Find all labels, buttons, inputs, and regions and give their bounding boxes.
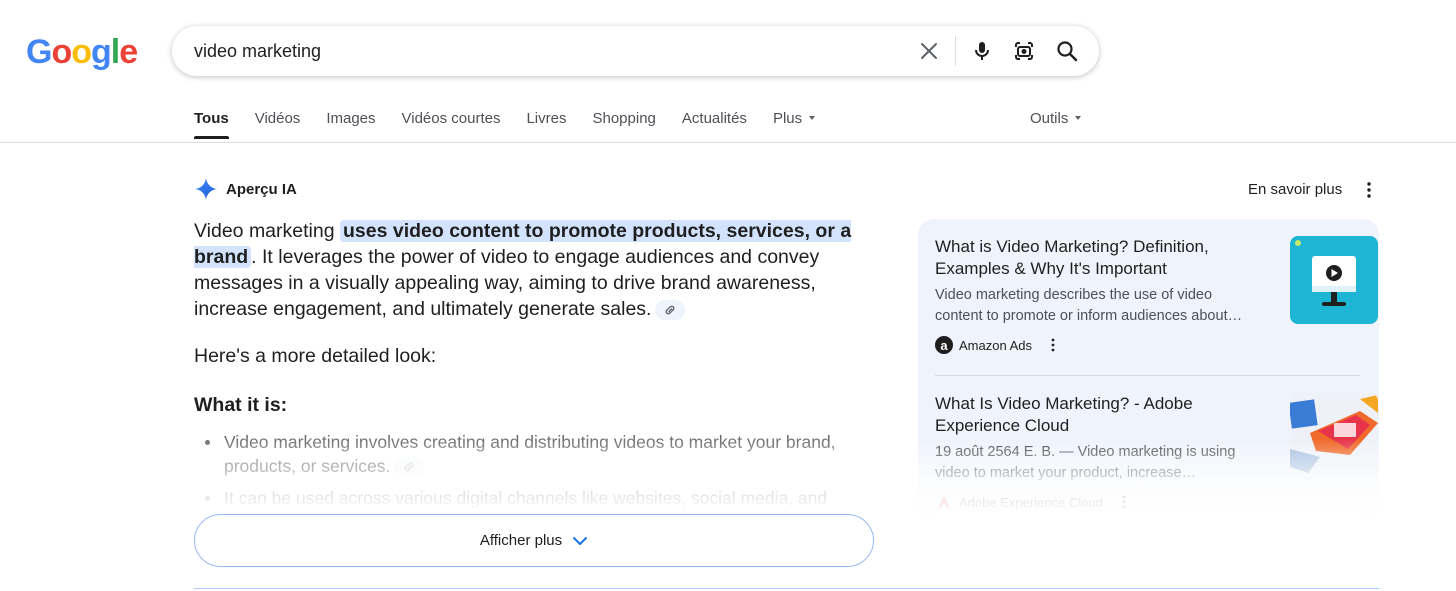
source-site-name: Amazon Ads — [959, 337, 1032, 353]
tools-label: Outils — [1030, 110, 1069, 127]
overview-bottom-divider — [194, 588, 1379, 589]
more-options-icon[interactable] — [1362, 181, 1376, 199]
source-site: Adobe Experience Cloud — [935, 493, 1360, 511]
source-title[interactable]: What is Video Marketing? Definition, Exa… — [935, 236, 1255, 280]
list-item: Video marketing involves creating and di… — [205, 430, 904, 478]
google-logo[interactable]: Google — [26, 34, 138, 70]
detail-heading: Here's a more detailed look: — [194, 345, 437, 367]
source-site: a Amazon Ads — [935, 336, 1360, 354]
search-tabs: Tous Vidéos Images Vidéos courtes Livres… — [194, 106, 841, 139]
ai-overview-title: Aperçu IA — [226, 180, 297, 198]
article-thumbnail-icon[interactable] — [1290, 393, 1378, 481]
tab-plus-label: Plus — [772, 110, 803, 127]
tools-button[interactable]: Outils — [1030, 110, 1082, 127]
citation-link-icon[interactable] — [655, 299, 686, 320]
source-divider — [935, 375, 1360, 376]
source-snippet-cont: video to market your product, increase… — [935, 465, 1197, 481]
tab-videos[interactable]: Vidéos — [255, 106, 301, 139]
tab-shopping[interactable]: Shopping — [592, 106, 655, 139]
source-title[interactable]: What Is Video Marketing? - Adobe Experie… — [935, 393, 1255, 437]
adobe-favicon-icon — [938, 496, 950, 508]
source-snippet: 19 août 2564 E. B. — Video marketing is … — [935, 444, 1236, 460]
source-card-amazon[interactable]: What is Video Marketing? Definition, Exa… — [935, 236, 1378, 354]
microphone-icon[interactable] — [970, 39, 994, 63]
bullet-text: Video marketing involves creating and di… — [224, 432, 836, 476]
search-box — [172, 26, 1099, 76]
tab-videos-courtes[interactable]: Vidéos courtes — [402, 106, 501, 139]
clear-icon[interactable] — [917, 39, 941, 63]
show-more-label: Afficher plus — [479, 532, 563, 549]
caret-down-icon — [1075, 116, 1082, 121]
tab-plus[interactable]: Plus — [772, 106, 816, 139]
gemini-sparkle-icon — [195, 178, 217, 200]
citation-link-icon[interactable] — [394, 457, 425, 478]
show-more-button[interactable]: Afficher plus — [194, 514, 874, 567]
tab-tous[interactable]: Tous — [194, 106, 229, 139]
more-options-icon[interactable] — [1119, 495, 1129, 509]
lens-camera-icon[interactable] — [1012, 39, 1036, 63]
ai-overview-header: Aperçu IA — [194, 177, 297, 201]
source-site-name: Adobe Experience Cloud — [959, 494, 1103, 510]
summary-rest: . It leverages the power of video to eng… — [194, 246, 820, 320]
section-heading: What it is: — [194, 394, 288, 416]
tab-actualites[interactable]: Actualités — [682, 106, 747, 139]
search-divider — [955, 36, 956, 66]
bullet-text: It can be used across various digital ch… — [224, 488, 828, 508]
video-thumbnail-icon[interactable] — [1290, 236, 1378, 324]
search-icon[interactable] — [1055, 39, 1079, 63]
amazon-favicon-icon: a — [935, 336, 953, 354]
ai-overview-summary: Video marketing uses video content to pr… — [194, 218, 854, 322]
more-options-icon[interactable] — [1048, 338, 1058, 352]
chevron-down-icon — [573, 536, 588, 545]
tab-images[interactable]: Images — [326, 106, 375, 139]
sources-panel: What is Video Marketing? Definition, Exa… — [918, 219, 1379, 519]
caret-down-icon — [809, 116, 816, 121]
source-card-adobe[interactable]: What Is Video Marketing? - Adobe Experie… — [935, 393, 1378, 511]
learn-more-link[interactable]: En savoir plus — [1248, 181, 1342, 198]
search-input[interactable] — [194, 26, 894, 76]
tab-livres[interactable]: Livres — [526, 106, 566, 139]
list-item: It can be used across various digital ch… — [205, 486, 904, 510]
source-snippet: Video marketing describes the use of vid… — [935, 287, 1243, 324]
overview-bullets: Video marketing involves creating and di… — [194, 430, 904, 518]
summary-prefix: Video marketing — [194, 220, 340, 242]
tabs-divider — [0, 142, 1456, 143]
